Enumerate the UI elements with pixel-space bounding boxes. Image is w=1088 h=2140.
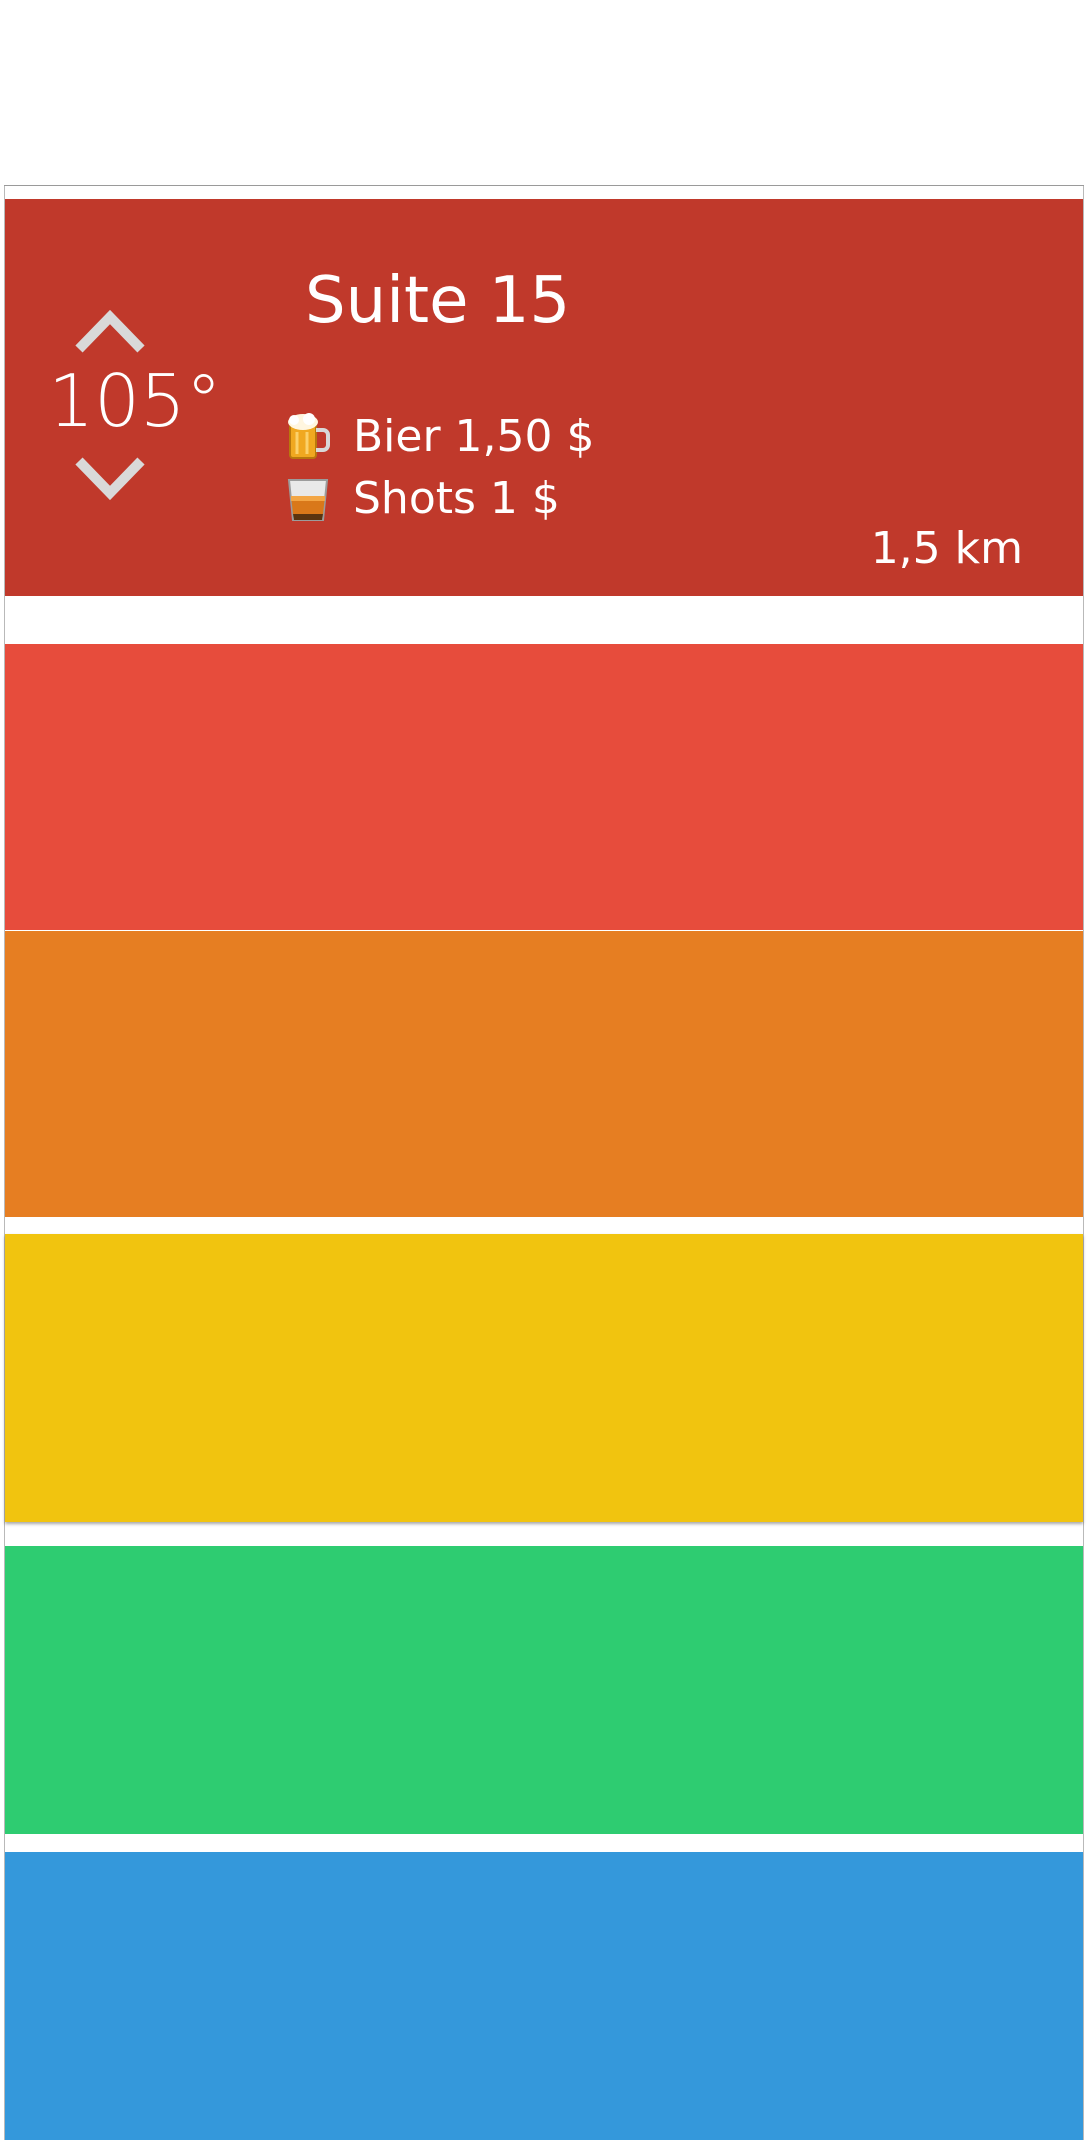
distance-label: 1,5 km (870, 523, 1023, 574)
drink-item: Bier 1,50 $ (285, 407, 595, 467)
list-row[interactable] (5, 644, 1083, 930)
temperature-value: 105° (48, 359, 222, 443)
whiskey-glass-icon (287, 479, 329, 521)
list-row[interactable] (5, 931, 1083, 1217)
top-header (4, 0, 1084, 186)
bar-name: Suite 15 (305, 264, 571, 338)
drink-label: Bier 1,50 $ (353, 411, 595, 462)
drink-label: Shots 1 $ (353, 473, 560, 524)
chevron-down-icon[interactable] (73, 437, 147, 511)
list-row[interactable] (5, 1234, 1083, 1522)
beer-mug-icon (288, 413, 330, 459)
drink-item: Shots 1 $ (285, 469, 560, 529)
bar-card[interactable]: 105° Suite 15 Bier 1,50 $ Shots 1 $ 1,5 … (5, 199, 1083, 596)
list-row[interactable] (5, 1546, 1083, 1834)
list-row[interactable] (5, 1852, 1083, 2140)
temperature-control: 105° (45, 299, 225, 519)
